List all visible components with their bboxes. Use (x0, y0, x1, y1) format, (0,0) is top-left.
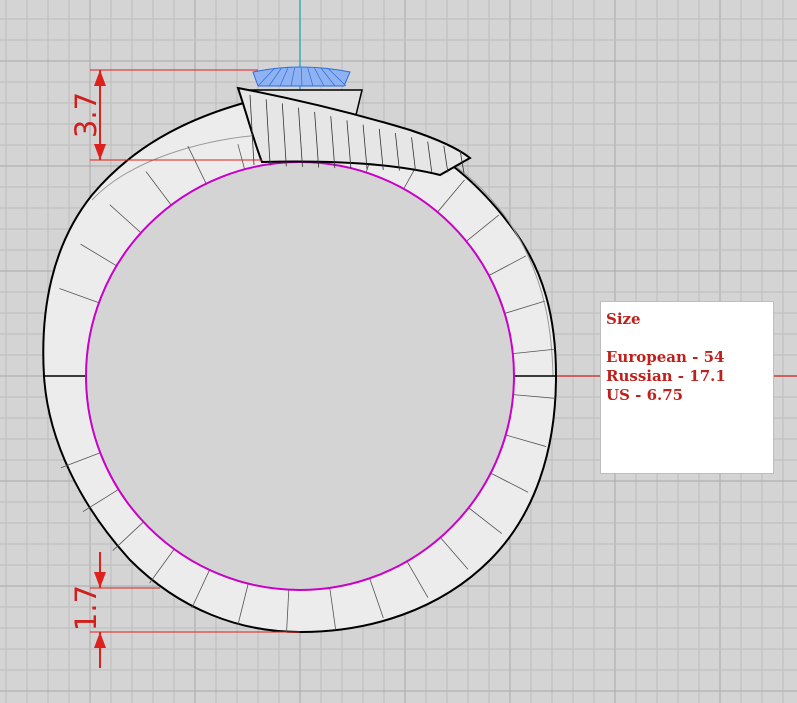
size-info-panel: Size European - 54 Russian - 17.1 US - 6… (600, 301, 774, 474)
dimension-label-top: 3.7 (69, 92, 103, 138)
ring-inner-hole (86, 162, 514, 590)
dimension-label-bottom: 1.7 (69, 585, 103, 631)
size-us: US - 6.75 (606, 386, 684, 404)
size-title: Size (606, 310, 641, 328)
size-russian: Russian - 17.1 (606, 367, 726, 385)
size-european: European - 54 (606, 348, 725, 366)
